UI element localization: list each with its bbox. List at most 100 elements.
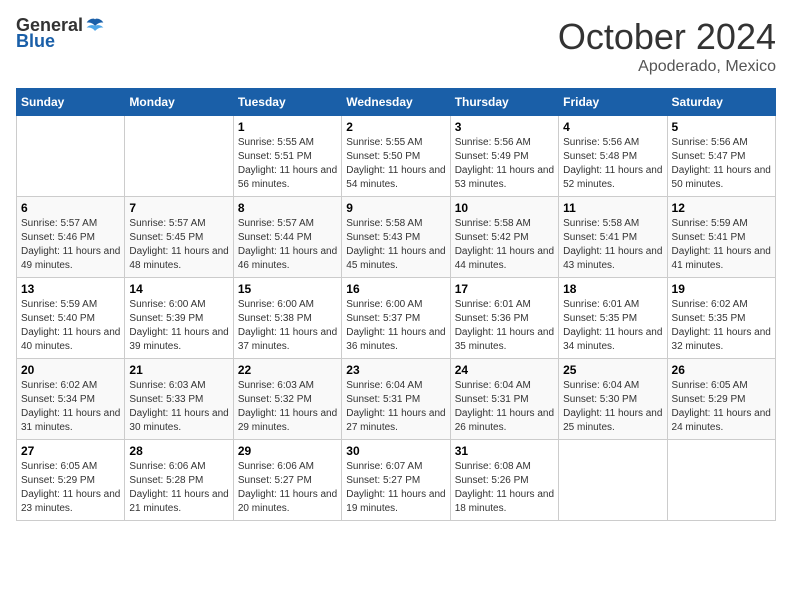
calendar-week-row: 13 Sunrise: 5:59 AM Sunset: 5:40 PM Dayli… [17,278,776,359]
day-number: 1 [238,120,337,134]
day-info: Sunrise: 6:01 AM Sunset: 5:36 PM Dayligh… [455,298,554,354]
day-info: Sunrise: 6:02 AM Sunset: 5:34 PM Dayligh… [21,379,120,435]
day-number: 7 [129,201,228,215]
calendar-cell: 30 Sunrise: 6:07 AM Sunset: 5:27 PM Dayli… [342,440,450,521]
calendar-week-row: 27Sunrise: 6:05 AM Sunset: 5:29 PM Dayli… [17,440,776,521]
day-info: Sunrise: 6:05 AM Sunset: 5:29 PM Dayligh… [672,379,771,435]
calendar-cell: 7Sunrise: 5:57 AM Sunset: 5:45 PM Daylig… [125,197,233,278]
calendar-cell: 12Sunrise: 5:59 AM Sunset: 5:41 PM Dayli… [667,197,775,278]
calendar-cell: 26 Sunrise: 6:05 AM Sunset: 5:29 PM Dayli… [667,359,775,440]
day-number: 21 [129,363,228,377]
day-info: Sunrise: 5:57 AM Sunset: 5:44 PM Dayligh… [238,217,337,273]
day-number: 10 [455,201,554,215]
day-info: Sunrise: 6:08 AM Sunset: 5:26 PM Dayligh… [455,460,554,516]
calendar-cell: 8 Sunrise: 5:57 AM Sunset: 5:44 PM Daylig… [233,197,341,278]
calendar-cell [17,116,125,197]
calendar-cell: 10Sunrise: 5:58 AM Sunset: 5:42 PM Dayli… [450,197,558,278]
day-number: 15 [238,282,337,296]
calendar-cell: 25 Sunrise: 6:04 AM Sunset: 5:30 PM Dayli… [559,359,667,440]
day-info: Sunrise: 6:04 AM Sunset: 5:30 PM Dayligh… [563,379,662,435]
calendar-header-row: SundayMondayTuesdayWednesdayThursdayFrid… [17,89,776,116]
day-number: 18 [563,282,662,296]
calendar-header-wednesday: Wednesday [342,89,450,116]
day-info: Sunrise: 5:56 AM Sunset: 5:48 PM Dayligh… [563,136,662,192]
day-number: 20 [21,363,120,377]
month-title: October 2024 [558,16,776,58]
calendar-cell: 14Sunrise: 6:00 AM Sunset: 5:39 PM Dayli… [125,278,233,359]
day-info: Sunrise: 5:59 AM Sunset: 5:40 PM Dayligh… [21,298,120,354]
calendar-header-friday: Friday [559,89,667,116]
location-subtitle: Apoderado, Mexico [558,58,776,76]
calendar-cell: 23Sunrise: 6:04 AM Sunset: 5:31 PM Dayli… [342,359,450,440]
day-number: 16 [346,282,445,296]
day-number: 8 [238,201,337,215]
logo-bird-icon [85,16,105,36]
day-number: 25 [563,363,662,377]
day-number: 2 [346,120,445,134]
calendar-cell: 18Sunrise: 6:01 AM Sunset: 5:35 PM Dayli… [559,278,667,359]
day-number: 4 [563,120,662,134]
calendar-cell: 24Sunrise: 6:04 AM Sunset: 5:31 PM Dayli… [450,359,558,440]
day-number: 13 [21,282,120,296]
calendar-cell: 22 Sunrise: 6:03 AM Sunset: 5:32 PM Dayli… [233,359,341,440]
day-number: 19 [672,282,771,296]
calendar-cell: 6 Sunrise: 5:57 AM Sunset: 5:46 PM Daylig… [17,197,125,278]
calendar-cell: 13 Sunrise: 5:59 AM Sunset: 5:40 PM Dayli… [17,278,125,359]
day-info: Sunrise: 5:58 AM Sunset: 5:43 PM Dayligh… [346,217,445,273]
calendar-cell: 19 Sunrise: 6:02 AM Sunset: 5:35 PM Dayli… [667,278,775,359]
day-number: 31 [455,444,554,458]
day-number: 9 [346,201,445,215]
calendar-cell: 29Sunrise: 6:06 AM Sunset: 5:27 PM Dayli… [233,440,341,521]
day-info: Sunrise: 5:55 AM Sunset: 5:51 PM Dayligh… [238,136,337,192]
calendar-cell [667,440,775,521]
calendar-header-sunday: Sunday [17,89,125,116]
calendar-header-thursday: Thursday [450,89,558,116]
day-info: Sunrise: 6:03 AM Sunset: 5:32 PM Dayligh… [238,379,337,435]
day-info: Sunrise: 6:00 AM Sunset: 5:37 PM Dayligh… [346,298,445,354]
day-info: Sunrise: 6:06 AM Sunset: 5:28 PM Dayligh… [129,460,228,516]
day-number: 26 [672,363,771,377]
day-info: Sunrise: 6:04 AM Sunset: 5:31 PM Dayligh… [346,379,445,435]
day-number: 3 [455,120,554,134]
day-number: 30 [346,444,445,458]
calendar-cell [559,440,667,521]
day-info: Sunrise: 6:04 AM Sunset: 5:31 PM Dayligh… [455,379,554,435]
calendar-cell: 31 Sunrise: 6:08 AM Sunset: 5:26 PM Dayli… [450,440,558,521]
calendar-cell: 4 Sunrise: 5:56 AM Sunset: 5:48 PM Daylig… [559,116,667,197]
calendar-table: SundayMondayTuesdayWednesdayThursdayFrid… [16,88,776,521]
day-info: Sunrise: 6:07 AM Sunset: 5:27 PM Dayligh… [346,460,445,516]
day-info: Sunrise: 5:55 AM Sunset: 5:50 PM Dayligh… [346,136,445,192]
calendar-cell: 2 Sunrise: 5:55 AM Sunset: 5:50 PM Daylig… [342,116,450,197]
day-info: Sunrise: 5:57 AM Sunset: 5:46 PM Dayligh… [21,217,120,273]
calendar-cell: 1 Sunrise: 5:55 AM Sunset: 5:51 PM Daylig… [233,116,341,197]
day-info: Sunrise: 5:58 AM Sunset: 5:41 PM Dayligh… [563,217,662,273]
day-number: 17 [455,282,554,296]
day-info: Sunrise: 5:56 AM Sunset: 5:47 PM Dayligh… [672,136,771,192]
day-number: 22 [238,363,337,377]
day-number: 6 [21,201,120,215]
calendar-header-monday: Monday [125,89,233,116]
calendar-cell: 27Sunrise: 6:05 AM Sunset: 5:29 PM Dayli… [17,440,125,521]
day-info: Sunrise: 6:02 AM Sunset: 5:35 PM Dayligh… [672,298,771,354]
day-number: 12 [672,201,771,215]
day-number: 27 [21,444,120,458]
day-info: Sunrise: 6:00 AM Sunset: 5:38 PM Dayligh… [238,298,337,354]
calendar-cell: 17 Sunrise: 6:01 AM Sunset: 5:36 PM Dayli… [450,278,558,359]
calendar-week-row: 1 Sunrise: 5:55 AM Sunset: 5:51 PM Daylig… [17,116,776,197]
day-number: 5 [672,120,771,134]
day-number: 29 [238,444,337,458]
day-info: Sunrise: 6:03 AM Sunset: 5:33 PM Dayligh… [129,379,228,435]
calendar-cell [125,116,233,197]
day-info: Sunrise: 6:00 AM Sunset: 5:39 PM Dayligh… [129,298,228,354]
calendar-cell: 28Sunrise: 6:06 AM Sunset: 5:28 PM Dayli… [125,440,233,521]
calendar-cell: 21 Sunrise: 6:03 AM Sunset: 5:33 PM Dayli… [125,359,233,440]
calendar-header-saturday: Saturday [667,89,775,116]
calendar-cell: 11 Sunrise: 5:58 AM Sunset: 5:41 PM Dayli… [559,197,667,278]
calendar-cell: 5 Sunrise: 5:56 AM Sunset: 5:47 PM Daylig… [667,116,775,197]
calendar-cell: 20 Sunrise: 6:02 AM Sunset: 5:34 PM Dayli… [17,359,125,440]
logo: General Blue [16,16,105,52]
day-number: 11 [563,201,662,215]
calendar-cell: 15 Sunrise: 6:00 AM Sunset: 5:38 PM Dayli… [233,278,341,359]
title-area: October 2024 Apoderado, Mexico [558,16,776,76]
calendar-cell: 9 Sunrise: 5:58 AM Sunset: 5:43 PM Daylig… [342,197,450,278]
